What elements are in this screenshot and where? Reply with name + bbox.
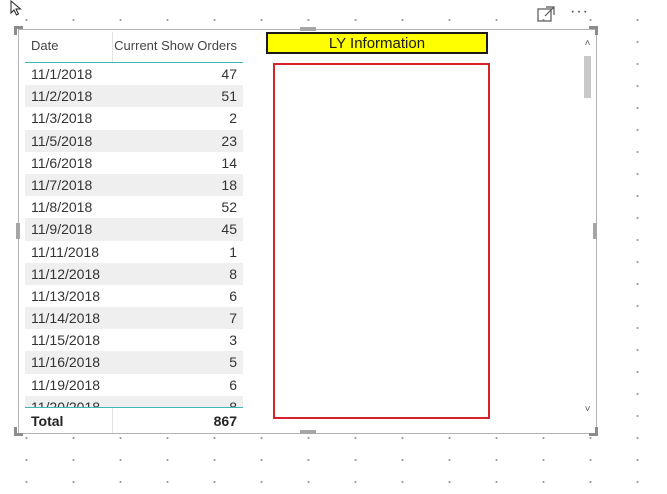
scroll-up-icon[interactable]: ˄ bbox=[583, 38, 592, 50]
cell-orders: 51 bbox=[221, 88, 237, 105]
cell-date: 11/13/2018 bbox=[31, 287, 101, 304]
table-body: 11/1/2018 47 11/2/2018 51 11/3/2018 2 11/5/201… bbox=[25, 63, 243, 407]
cell-date: 11/14/2018 bbox=[31, 310, 101, 327]
resize-handle-bottom-right[interactable] bbox=[589, 427, 598, 436]
cell-orders: 3 bbox=[229, 332, 237, 349]
cell-date: 11/11/2018 bbox=[31, 243, 99, 260]
cell-date: 11/1/2018 bbox=[31, 66, 93, 82]
cell-orders: 23 bbox=[221, 132, 237, 149]
cell-date: 11/20/2018 bbox=[31, 398, 101, 407]
resize-handle-top[interactable] bbox=[300, 27, 316, 31]
table-row[interactable]: 11/2/2018 51 bbox=[25, 85, 243, 108]
cell-orders: 2 bbox=[229, 110, 237, 127]
cell-orders: 1 bbox=[229, 243, 237, 260]
table-row[interactable]: 11/15/2018 3 bbox=[25, 329, 243, 351]
total-value: 867 bbox=[213, 413, 237, 429]
table-row[interactable]: 11/13/2018 6 bbox=[25, 285, 243, 307]
column-header-date[interactable]: Date bbox=[31, 38, 58, 53]
total-label: Total bbox=[31, 413, 64, 429]
scroll-thumb[interactable] bbox=[584, 56, 591, 98]
cell-date: 11/15/2018 bbox=[31, 332, 101, 349]
cell-date: 11/5/2018 bbox=[31, 132, 93, 149]
mouse-cursor-icon bbox=[10, 0, 22, 16]
resize-handle-right[interactable] bbox=[593, 223, 597, 239]
column-divider bbox=[112, 408, 113, 433]
ly-information-banner[interactable]: LY Information bbox=[266, 32, 488, 54]
table-row[interactable]: 11/6/2018 14 bbox=[25, 152, 243, 174]
ly-information-box[interactable] bbox=[273, 63, 490, 419]
table-row[interactable]: 11/11/2018 1 bbox=[25, 241, 243, 263]
cell-orders: 7 bbox=[229, 310, 237, 327]
table-row[interactable]: 11/9/2018 45 bbox=[25, 218, 243, 241]
cell-orders: 6 bbox=[229, 287, 237, 304]
cell-date: 11/2/2018 bbox=[31, 88, 93, 105]
cell-date: 11/3/2018 bbox=[31, 110, 93, 127]
table-row[interactable]: 11/19/2018 6 bbox=[25, 374, 243, 396]
resize-handle-top-right[interactable] bbox=[589, 26, 598, 35]
cell-date: 11/19/2018 bbox=[31, 376, 101, 393]
table-row[interactable]: 11/14/2018 7 bbox=[25, 307, 243, 330]
cell-orders: 6 bbox=[229, 376, 237, 393]
orders-table: Date Current Show Orders 11/1/2018 47 11/2… bbox=[25, 32, 243, 433]
cell-date: 11/12/2018 bbox=[31, 265, 101, 282]
table-header: Date Current Show Orders bbox=[25, 32, 243, 63]
table-row[interactable]: 11/20/2018 8 bbox=[25, 395, 243, 407]
focus-mode-icon[interactable] bbox=[537, 6, 555, 22]
cell-orders: 52 bbox=[221, 199, 237, 216]
cell-date: 11/6/2018 bbox=[31, 154, 93, 171]
table-row[interactable]: 11/7/2018 18 bbox=[25, 173, 243, 197]
vertical-scrollbar[interactable]: ˄ ˅ bbox=[583, 38, 592, 416]
cell-orders: 45 bbox=[221, 221, 237, 238]
column-divider bbox=[112, 32, 113, 62]
resize-handle-bottom[interactable] bbox=[300, 430, 316, 434]
cell-orders: 18 bbox=[221, 176, 237, 193]
table-row[interactable]: 11/8/2018 52 bbox=[25, 196, 243, 218]
cell-orders: 8 bbox=[229, 398, 237, 407]
cell-date: 11/9/2018 bbox=[31, 221, 93, 238]
cell-date: 11/16/2018 bbox=[31, 354, 101, 371]
column-header-current-show-orders[interactable]: Current Show Orders bbox=[114, 38, 237, 53]
table-row[interactable]: 11/3/2018 2 bbox=[25, 107, 243, 129]
scroll-down-icon[interactable]: ˅ bbox=[583, 404, 592, 416]
cell-orders: 47 bbox=[221, 66, 237, 82]
cell-orders: 5 bbox=[229, 354, 237, 371]
resize-handle-top-left[interactable] bbox=[14, 26, 23, 35]
cell-orders: 14 bbox=[221, 154, 237, 171]
table-row[interactable]: 11/5/2018 23 bbox=[25, 129, 243, 152]
table-row[interactable]: 11/12/2018 8 bbox=[25, 262, 243, 285]
cell-date: 11/8/2018 bbox=[31, 199, 93, 216]
table-total-row: Total 867 bbox=[25, 407, 243, 433]
resize-handle-left[interactable] bbox=[16, 223, 20, 239]
more-options-icon[interactable]: ··· bbox=[570, 3, 594, 21]
table-row[interactable]: 11/1/2018 47 bbox=[25, 63, 243, 85]
resize-handle-bottom-left[interactable] bbox=[14, 427, 23, 436]
cell-date: 11/7/2018 bbox=[31, 176, 93, 193]
cell-orders: 8 bbox=[229, 265, 237, 282]
table-row[interactable]: 11/16/2018 5 bbox=[25, 351, 243, 374]
